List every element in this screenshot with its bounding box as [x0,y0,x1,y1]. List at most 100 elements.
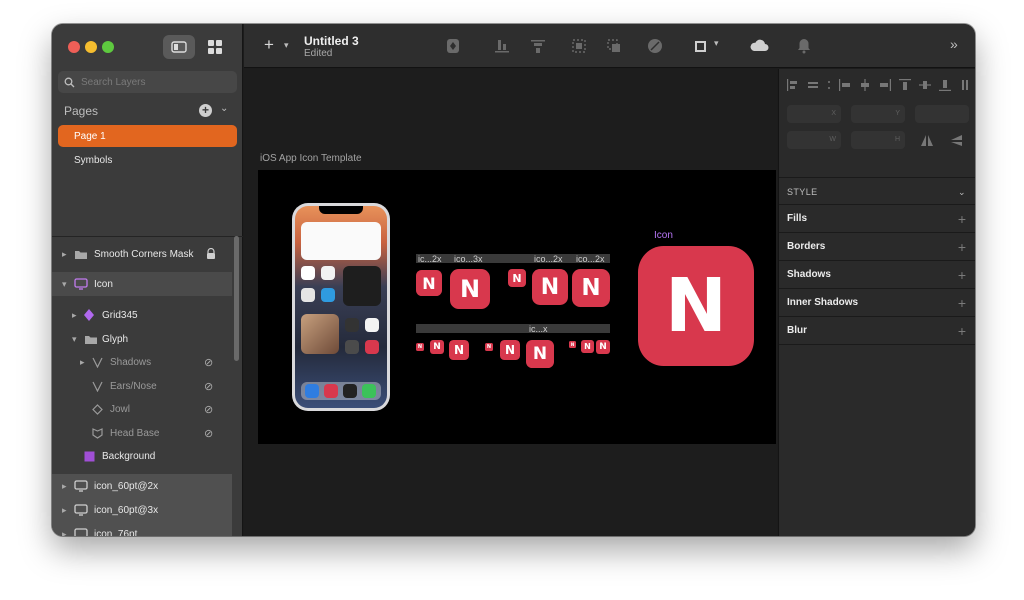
blur-section[interactable]: Blur + [779,317,975,345]
artboard[interactable]: ic...2x ico...3x ico...2x ico...2x N N N… [258,170,776,444]
align-left-edge-icon[interactable] [839,79,851,91]
layer-row[interactable]: Head Base ⊘ [52,421,232,445]
symbol-label[interactable]: ico...2x [534,254,563,264]
layer-row[interactable]: ▸ icon_60pt@3x [52,498,232,522]
chevron-right-icon[interactable]: ▸ [62,249,67,260]
distribute-icon[interactable] [529,37,547,55]
iphone-mockup[interactable] [292,203,390,411]
layer-row[interactable]: ▸ icon_76pt [52,522,232,536]
artboard-label[interactable]: iOS App Icon Template [260,153,362,164]
layer-row[interactable]: ▸ Shadows ⊘ [52,350,232,374]
chevron-right-icon[interactable]: ▸ [62,481,67,492]
chevron-down-icon[interactable]: ▾ [284,40,289,51]
chevron-right-icon[interactable]: ▸ [80,357,85,368]
create-symbol-icon[interactable] [444,37,462,55]
width-field[interactable]: W [787,131,841,149]
style-section-header[interactable]: STYLE ⌄ [779,177,975,205]
close-window-button[interactable] [68,41,80,53]
y-position-field[interactable]: Y [851,105,905,123]
distribute-vertical-icon[interactable] [959,79,971,91]
x-position-field[interactable]: X [787,105,841,123]
fills-section[interactable]: Fills + [779,205,975,233]
flip-vertical-icon[interactable] [951,135,963,146]
hidden-eye-icon[interactable]: ⊘ [204,380,213,393]
align-top-icon[interactable] [899,79,911,91]
layer-row[interactable]: ▸ Smooth Corners Mask [52,242,232,266]
app-icon-symbol[interactable]: N [526,340,554,368]
inner-shadows-section[interactable]: Inner Shadows + [779,289,975,317]
layer-row-icon-symbol[interactable]: ▾ Icon [52,272,232,296]
hidden-eye-icon[interactable]: ⊘ [204,403,213,416]
chevron-right-icon[interactable]: ▸ [62,529,67,537]
symbol-label[interactable]: ic...x [529,324,548,334]
symbol-label[interactable]: ico...3x [454,254,483,264]
cloud-icon[interactable] [748,37,770,55]
app-icon-symbol[interactable]: N [416,343,424,351]
app-icon-symbol[interactable]: N [449,340,469,360]
app-icon-master[interactable]: N [638,246,754,366]
minimize-window-button[interactable] [85,41,97,53]
rotation-field[interactable] [915,105,969,123]
align-bottom-icon[interactable] [939,79,951,91]
layer-row[interactable]: Background [52,444,232,468]
align-center-icon[interactable] [859,79,871,91]
layer-row[interactable]: ▾ Glyph [52,327,232,351]
chevron-right-icon[interactable]: ▸ [72,310,77,321]
app-icon-symbol[interactable]: N [596,340,610,354]
scale-icon[interactable] [570,37,588,55]
page-item-page-1[interactable]: Page 1 [58,125,237,147]
app-icon-symbol[interactable]: N [416,270,442,296]
resize-icon[interactable] [693,37,711,55]
insert-plus-icon[interactable]: + [264,35,274,55]
page-item-symbols[interactable]: Symbols [58,149,237,171]
search-layers-field[interactable]: Search Layers [58,71,237,93]
app-icon-symbol[interactable]: N [450,269,490,309]
app-icon-symbol[interactable]: N [508,269,526,287]
layers-scrollbar[interactable] [234,236,239,361]
app-icon-symbol[interactable]: N [569,341,576,348]
align-right-icon[interactable] [879,79,891,91]
chevrons-right-icon[interactable]: » [950,36,958,52]
components-view-toggle[interactable] [199,35,231,59]
chevron-down-icon[interactable]: ⌄ [220,103,228,114]
app-icon-symbol[interactable]: N [430,340,444,354]
app-icon-symbol[interactable]: N [581,340,594,353]
add-fill-icon[interactable]: + [958,205,966,233]
app-icon-symbol[interactable]: N [572,269,610,307]
align-middle-icon[interactable] [919,79,931,91]
chevron-down-icon[interactable]: ▾ [72,334,77,345]
mask-icon[interactable] [605,37,623,55]
borders-section[interactable]: Borders + [779,233,975,261]
distribute-horizontal-icon[interactable] [807,79,819,91]
flip-horizontal-icon[interactable] [921,135,933,146]
more-dots-icon[interactable] [827,79,831,91]
add-inner-shadow-icon[interactable]: + [958,289,966,317]
hidden-eye-icon[interactable]: ⊘ [204,356,213,369]
add-shadow-icon[interactable]: + [958,261,966,289]
app-icon-symbol[interactable]: N [485,343,493,351]
symbol-label[interactable]: ico...2x [576,254,605,264]
height-field[interactable]: H [851,131,905,149]
maximize-window-button[interactable] [102,41,114,53]
shadows-section[interactable]: Shadows + [779,261,975,289]
bell-icon[interactable] [795,37,813,55]
canvas[interactable]: iOS App Icon Template ic...2x ico...3x i… [244,69,777,536]
layer-row[interactable]: Ears/Nose ⊘ [52,374,232,398]
icon-symbol-label[interactable]: Icon [654,230,673,241]
align-bottom-icon[interactable] [493,37,511,55]
chevron-down-icon[interactable]: ⌄ [958,178,966,206]
layer-row[interactable]: ▸ icon_60pt@2x [52,474,232,498]
lock-icon[interactable] [206,248,216,260]
edit-shape-icon[interactable] [646,37,664,55]
add-page-button[interactable]: + [199,104,212,117]
add-border-icon[interactable]: + [958,233,966,261]
layer-row[interactable]: ▸ Grid345 [52,303,232,327]
layers-view-toggle[interactable] [163,35,195,59]
symbol-label[interactable]: ic...2x [418,254,442,264]
chevron-down-icon[interactable]: ▾ [714,38,719,49]
hidden-eye-icon[interactable]: ⊘ [204,427,213,440]
chevron-right-icon[interactable]: ▸ [62,505,67,516]
app-icon-symbol[interactable]: N [500,340,520,360]
align-left-icon[interactable] [787,79,799,91]
chevron-down-icon[interactable]: ▾ [62,279,67,290]
